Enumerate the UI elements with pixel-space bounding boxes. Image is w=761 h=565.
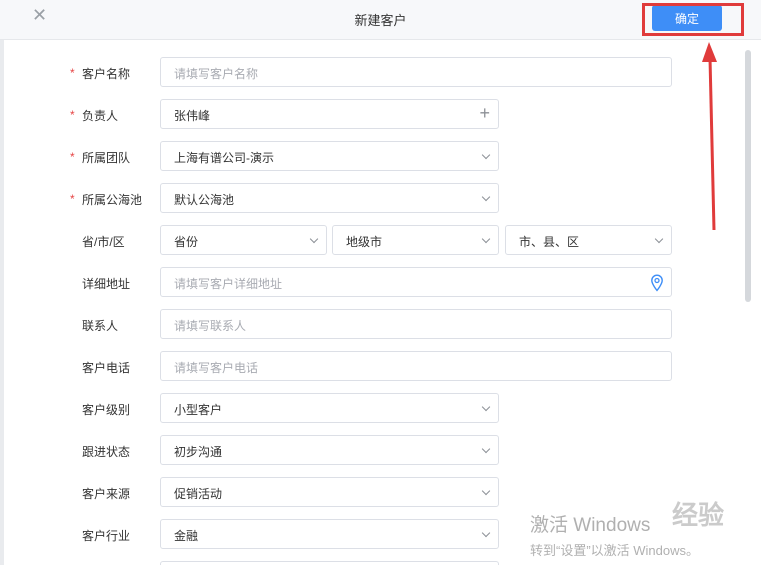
team-value: 上海有谱公司-演示 <box>174 151 274 165</box>
required-mark: * <box>70 192 75 206</box>
row-team: * 所属团队 上海有谱公司-演示 <box>0 141 745 171</box>
row-phone: 客户电话 请填写客户电话 <box>0 351 745 381</box>
required-mark: * <box>70 150 75 164</box>
source-select[interactable]: 促销活动 <box>160 477 499 507</box>
status-select[interactable]: 初步沟通 <box>160 435 499 465</box>
industry-select[interactable]: 金融 <box>160 519 499 549</box>
label-status: 跟进状态 <box>82 445 131 459</box>
windows-activation-watermark: 激活 Windows 转到“设置”以激活 Windows。 <box>530 510 699 559</box>
owner-field[interactable]: 张伟峰 + <box>160 99 499 129</box>
label-owner: 负责人 <box>82 109 119 123</box>
chevron-down-icon <box>481 402 491 412</box>
row-contact: 联系人 请填写联系人 <box>0 309 745 339</box>
owner-value: 张伟峰 <box>174 109 211 123</box>
contact-input[interactable]: 请填写联系人 <box>160 309 672 339</box>
chevron-down-icon <box>654 234 664 244</box>
plus-icon[interactable]: + <box>479 103 490 123</box>
chevron-down-icon <box>481 234 491 244</box>
row-customer-name: * 客户名称 请填写客户名称 <box>0 57 745 87</box>
team-select[interactable]: 上海有谱公司-演示 <box>160 141 499 171</box>
pool-select[interactable]: 默认公海池 <box>160 183 499 213</box>
chevron-down-icon <box>481 150 491 160</box>
chevron-down-icon <box>309 234 319 244</box>
label-address: 详细地址 <box>82 277 131 291</box>
row-address: 详细地址 请填写客户详细地址 <box>0 267 745 297</box>
required-mark: * <box>70 66 75 80</box>
phone-placeholder: 请填写客户电话 <box>174 361 259 375</box>
scrollbar-thumb[interactable] <box>745 50 751 302</box>
level-value: 小型客户 <box>174 403 223 417</box>
next-field-partial[interactable] <box>160 561 499 565</box>
watermark-line2: 转到“设置”以激活 Windows。 <box>530 543 700 558</box>
new-customer-dialog: ✕ 新建客户 确定 * 客户名称 请填写客户名称 * 负责人 张伟峰 + * 所… <box>0 0 761 565</box>
label-phone: 客户电话 <box>82 361 131 375</box>
district-value: 市、县、区 <box>519 235 580 249</box>
row-pool: * 所属公海池 默认公海池 <box>0 183 745 213</box>
required-mark: * <box>70 108 75 122</box>
label-pool: 所属公海池 <box>82 193 143 207</box>
industry-value: 金融 <box>174 529 199 543</box>
row-owner: * 负责人 张伟峰 + <box>0 99 745 129</box>
contact-placeholder: 请填写联系人 <box>174 319 247 333</box>
label-region: 省/市/区 <box>82 235 125 249</box>
label-customer-name: 客户名称 <box>82 67 131 81</box>
status-value: 初步沟通 <box>174 445 223 459</box>
row-level: 客户级别 小型客户 <box>0 393 745 423</box>
phone-input[interactable]: 请填写客户电话 <box>160 351 672 381</box>
chevron-down-icon <box>481 528 491 538</box>
province-select[interactable]: 省份 <box>160 225 327 255</box>
source-value: 促销活动 <box>174 487 223 501</box>
annotation-highlight-box <box>642 3 744 36</box>
chevron-down-icon <box>481 486 491 496</box>
province-value: 省份 <box>174 235 199 249</box>
label-team: 所属团队 <box>82 151 131 165</box>
city-value: 地级市 <box>346 235 383 249</box>
chevron-down-icon <box>481 444 491 454</box>
label-industry: 客户行业 <box>82 529 131 543</box>
customer-name-placeholder: 请填写客户名称 <box>174 67 259 81</box>
pool-value: 默认公海池 <box>174 193 235 207</box>
label-contact: 联系人 <box>82 319 119 333</box>
row-status: 跟进状态 初步沟通 <box>0 435 745 465</box>
location-pin-icon[interactable] <box>650 274 664 292</box>
level-select[interactable]: 小型客户 <box>160 393 499 423</box>
label-source: 客户来源 <box>82 487 131 501</box>
chevron-down-icon <box>481 192 491 202</box>
label-level: 客户级别 <box>82 403 131 417</box>
address-placeholder: 请填写客户详细地址 <box>174 277 283 291</box>
watermark-line1: 激活 Windows <box>530 515 651 536</box>
address-input[interactable]: 请填写客户详细地址 <box>160 267 672 297</box>
row-region: 省/市/区 省份 地级市 市、县、区 <box>0 225 745 255</box>
city-select[interactable]: 地级市 <box>332 225 499 255</box>
customer-name-input[interactable]: 请填写客户名称 <box>160 57 672 87</box>
district-select[interactable]: 市、县、区 <box>505 225 672 255</box>
